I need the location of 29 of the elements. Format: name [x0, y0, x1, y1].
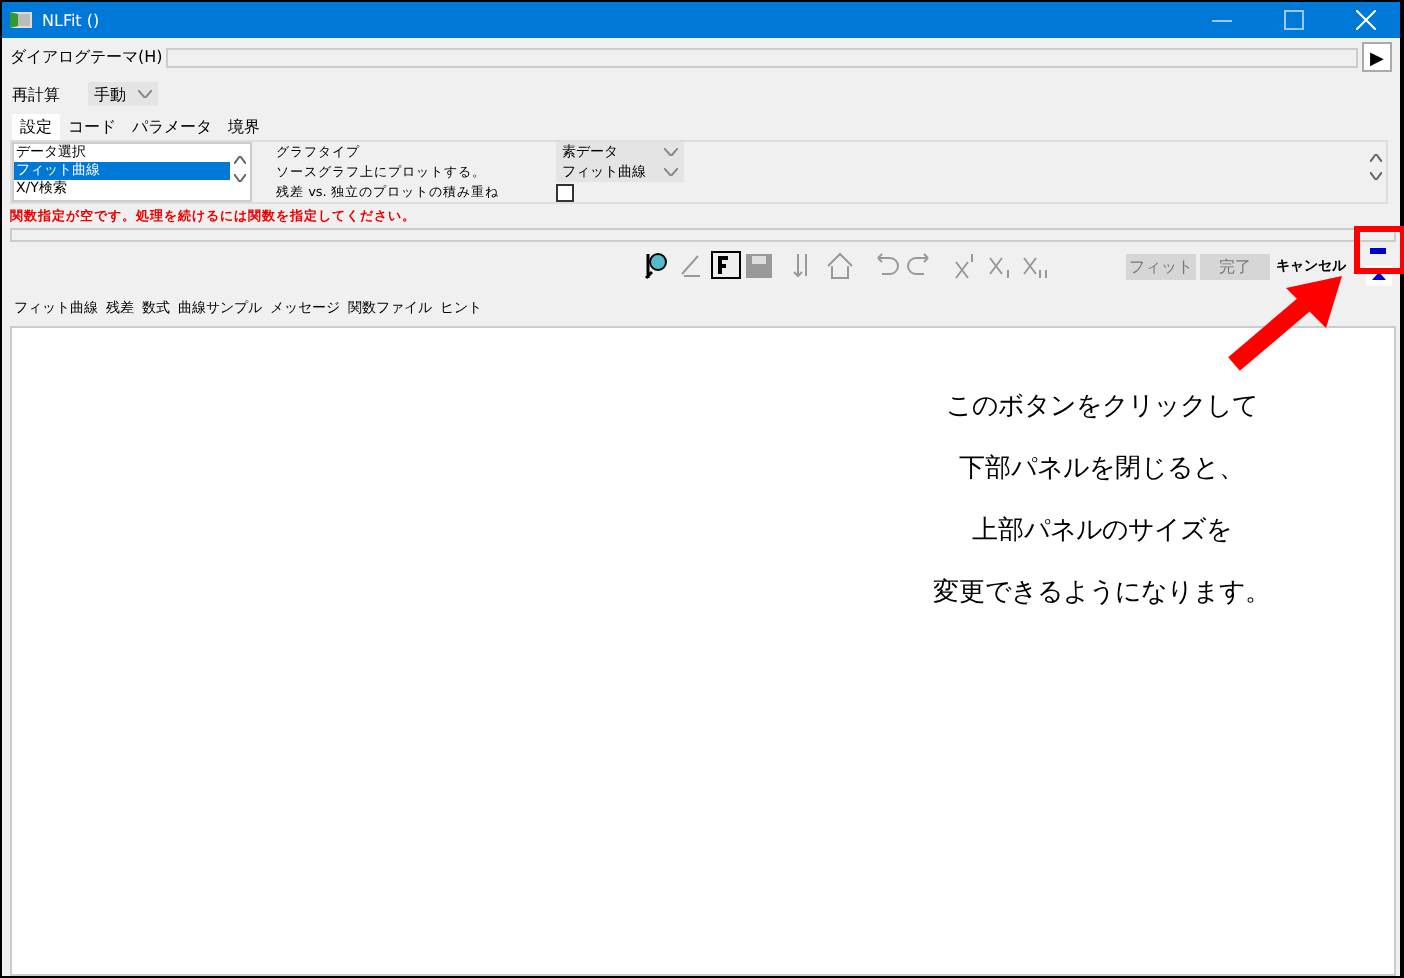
- scroll-down-icon[interactable]: [234, 168, 246, 186]
- recalculate-dropdown[interactable]: 手動: [88, 82, 158, 106]
- app-icon: [10, 12, 32, 28]
- annotation-text: このボタンをクリックして: [946, 390, 1258, 424]
- close-icon[interactable]: [1356, 10, 1376, 30]
- caret-icon: [138, 90, 152, 98]
- tab[interactable]: コード: [60, 114, 124, 140]
- tab[interactable]: 境界: [220, 114, 268, 140]
- scroll-down-icon[interactable]: [1370, 166, 1382, 184]
- tab[interactable]: パラメータ: [124, 114, 220, 140]
- pointer-arrow: [1228, 276, 1342, 371]
- panel-toggle-icon[interactable]: [1370, 247, 1386, 255]
- play-button[interactable]: ▶: [1362, 42, 1392, 72]
- tab[interactable]: 設定: [12, 114, 60, 140]
- checkbox[interactable]: [556, 183, 574, 201]
- scroll-up-icon[interactable]: [234, 150, 246, 168]
- annotation-text: 変更できるようになります。: [933, 576, 1271, 610]
- highlight-frame: [1354, 226, 1404, 274]
- function-file-icon[interactable]: [710, 250, 742, 282]
- window-title: NLFit (): [42, 11, 100, 29]
- maximize-icon[interactable]: [1284, 10, 1304, 30]
- annotation-text: 上部パネルのサイズを: [972, 514, 1232, 548]
- up-triangle-icon: [1371, 271, 1385, 279]
- theme-field[interactable]: [166, 47, 1358, 67]
- theme-label: ダイアログテーマ(H): [10, 46, 163, 68]
- house-icon[interactable]: [824, 250, 856, 282]
- scroll-up-icon[interactable]: [1370, 148, 1382, 166]
- annotation-text: 下部パネルを閉じると、: [959, 452, 1245, 486]
- recalculate-label: 再計算: [12, 83, 60, 105]
